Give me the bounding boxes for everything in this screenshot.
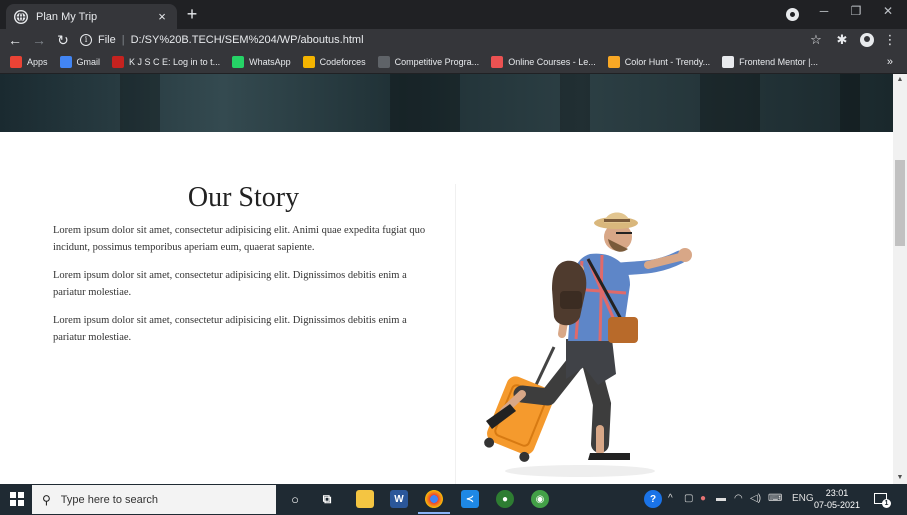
app-icon[interactable]: ◉ [531,490,549,508]
bookmark-item[interactable]: Competitive Progra... [377,56,480,68]
back-icon[interactable]: ← [6,31,24,49]
bookmark-label: Color Hunt - Trendy... [624,57,711,67]
apps-icon [10,56,22,68]
bookmark-item[interactable]: Apps [10,56,48,68]
reload-icon[interactable]: ↻ [54,31,72,49]
battery-icon[interactable]: ▬ [716,493,726,504]
bookmark-label: Codeforces [319,57,366,67]
codeforces-icon [302,56,315,68]
address-bar[interactable]: i File | D:/SY%20B.TECH/SEM%204/WP/about… [80,31,800,49]
help-icon[interactable]: ? [644,490,662,508]
taskbar-search-input[interactable]: ⚲ Type here to search [32,485,276,514]
address-separator: | [121,34,125,46]
system-clock[interactable]: 23:01 07-05-2021 [813,487,861,511]
bookmark-item[interactable]: Online Courses - Le... [491,56,596,68]
tray-app-icon[interactable]: ▢ [684,493,693,504]
page-viewport: Our Story Lorem ipsum dolor sit amet, co… [0,74,893,484]
word-icon[interactable]: W [390,490,408,508]
cortana-icon[interactable]: ○ [286,490,304,508]
menu-icon[interactable]: ⋮ [882,32,898,48]
page-scrollbar[interactable]: ▲ ▼ [893,74,907,484]
bookmark-star-icon[interactable]: ☆ [808,32,824,48]
antivirus-icon[interactable]: ● [700,493,706,504]
notification-count: 1 [882,499,891,508]
traveler-illustration [484,212,692,477]
bookmark-label: Online Courses - Le... [508,57,596,67]
close-window-icon[interactable]: ✕ [878,4,898,18]
windows-start-icon[interactable] [10,492,24,506]
tab-close-icon[interactable]: × [155,9,169,24]
chrome-icon[interactable] [418,490,450,514]
minimize-icon[interactable]: ─ [814,4,834,18]
globe-icon [14,9,28,24]
info-icon[interactable]: i [80,34,92,46]
bookmark-item[interactable]: Frontend Mentor |... [722,56,818,68]
file-explorer-icon[interactable] [356,490,374,508]
scroll-down-icon[interactable]: ▼ [893,472,907,484]
scroll-thumb[interactable] [895,160,905,246]
clock-time: 23:01 [825,488,849,498]
bookmark-item[interactable]: K J S C E: Log in to t... [112,56,220,68]
page-title: Our Story [187,182,300,213]
wifi-icon[interactable]: ◠ [734,493,743,504]
new-tab-button[interactable]: + [183,5,201,23]
extensions-icon[interactable]: ✱ [834,32,850,48]
maps-icon[interactable]: ● [496,490,514,508]
tab-strip: Plan My Trip × + ─ ❐ ✕ [0,0,907,29]
volume-icon[interactable]: ◁) [750,493,761,504]
bookmark-item[interactable]: Color Hunt - Trendy... [607,56,711,68]
bookmark-label: K J S C E: Log in to t... [129,57,221,67]
tray-chevron-icon[interactable]: ^ [668,493,673,504]
bookmark-label: Competitive Progra... [394,57,480,67]
bookmark-label: Apps [27,57,48,67]
story-paragraph: Lorem ipsum dolor sit amet, consectetur … [53,225,426,253]
bookmark-label: WhatsApp [249,57,291,67]
search-placeholder: Type here to search [60,493,159,506]
profile-indicator-icon[interactable] [786,8,799,21]
clock-date: 07-05-2021 [813,500,861,510]
kjsce-icon [112,56,125,68]
story-paragraph: Lorem ipsum dolor sit amet, consectetur … [53,315,407,343]
bookmark-item[interactable]: Gmail [59,56,101,68]
restore-icon[interactable]: ❐ [846,4,866,18]
story-paragraph: Lorem ipsum dolor sit amet, consectetur … [53,270,407,298]
udemy-icon [491,56,504,68]
vscode-icon[interactable]: ≺ [461,490,479,508]
cc-icon [377,56,390,68]
section-divider [455,184,456,484]
keyboard-icon[interactable]: ⌨ [768,493,782,504]
frontendmentor-icon [722,56,735,68]
bookmark-item[interactable]: Codeforces [302,56,366,68]
bookmark-label: Frontend Mentor |... [739,57,818,67]
tab-plan-my-trip[interactable]: Plan My Trip × [6,4,177,29]
colorhunt-icon [607,56,620,68]
scroll-up-icon[interactable]: ▲ [893,74,907,86]
hero-image [0,74,893,132]
bookmarks-bar: Apps Gmail K J S C E: Log in to t... WhatsA… [0,51,907,74]
address-url[interactable]: D:/SY%20B.TECH/SEM%204/WP/aboutus.html [131,34,364,46]
address-scheme: File [98,34,116,46]
google-icon [59,56,72,68]
whatsapp-icon [232,56,245,68]
language-indicator[interactable]: ENG [792,493,814,504]
bookmarks-overflow-icon[interactable]: » [887,56,893,68]
bookmark-label: Gmail [76,57,101,67]
our-story-section: Our Story Lorem ipsum dolor sit amet, co… [53,182,434,357]
windows-taskbar: ⚲ Type here to search ○ ⧉ W ≺ ● ◉ ? ^ ▢ … [0,484,907,515]
notifications-icon[interactable]: 1 [874,493,891,508]
browser-toolbar: ← → ↻ i File | D:/SY%20B.TECH/SEM%204/WP… [0,29,907,51]
tab-title: Plan My Trip [36,10,98,23]
bookmark-item[interactable]: WhatsApp [232,56,291,68]
search-icon: ⚲ [42,492,51,507]
profile-avatar-icon[interactable] [860,33,874,47]
forward-icon[interactable]: → [30,31,48,49]
task-view-icon[interactable]: ⧉ [318,490,336,508]
